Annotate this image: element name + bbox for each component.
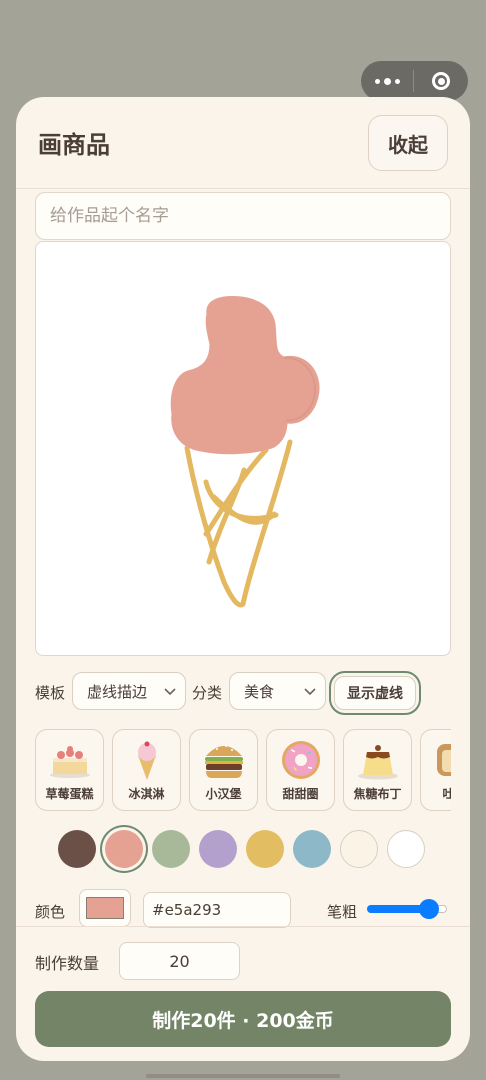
target-circle-icon[interactable] (414, 72, 468, 90)
color-swatch[interactable] (246, 830, 284, 868)
panel-title: 画商品 (38, 131, 110, 159)
template-item[interactable]: 焦糖布丁 (343, 729, 412, 811)
template-item[interactable]: 小汉堡 (189, 729, 258, 811)
category-select[interactable]: 美食 (229, 672, 326, 710)
quantity-input[interactable]: 20 (119, 942, 240, 980)
home-indicator (146, 1074, 340, 1078)
color-preview[interactable] (79, 889, 131, 927)
color-label: 颜色 (35, 903, 66, 921)
make-button[interactable]: 制作20件 · 200金币 (35, 991, 451, 1047)
category-select-value: 美食 (244, 682, 275, 701)
template-item[interactable]: 吐司 (420, 729, 451, 811)
template-label-text: 草莓蛋糕 (45, 787, 94, 801)
show-dashed-label: 显示虚线 (334, 676, 416, 710)
template-label-text: 小汉堡 (205, 787, 242, 801)
template-item[interactable]: 草莓蛋糕 (35, 729, 104, 811)
slider-thumb[interactable] (419, 899, 440, 919)
category-label: 分类 (192, 684, 223, 702)
donut-icon (282, 741, 320, 779)
color-preview-fill (86, 897, 124, 919)
chevron-down-icon (164, 688, 176, 696)
strawberry-cake-icon (50, 746, 90, 778)
burger-icon (205, 745, 243, 778)
ice-cream-drawing (170, 296, 320, 608)
draw-product-panel: 画商品 收起 模板 虚线描边 分类 美食 显示虚线 (16, 97, 470, 1061)
color-swatch[interactable] (387, 830, 425, 868)
template-label: 模板 (35, 684, 66, 702)
template-label-text: 冰淇淋 (128, 787, 165, 801)
footer-divider (16, 926, 470, 927)
pudding-icon (358, 745, 398, 780)
color-swatch[interactable] (293, 830, 331, 868)
hex-color-input[interactable]: #e5a293 (143, 892, 291, 928)
color-swatch[interactable] (199, 830, 237, 868)
ice-cream-icon (138, 741, 156, 780)
template-item[interactable]: 冰淇淋 (112, 729, 181, 811)
drawing-canvas[interactable] (35, 241, 451, 656)
show-dashed-toggle[interactable]: 显示虚线 (329, 671, 421, 715)
brush-size-slider[interactable] (367, 898, 449, 920)
toast-icon (437, 744, 451, 776)
product-name-input[interactable] (35, 192, 451, 240)
header-divider (16, 188, 470, 189)
color-swatch[interactable] (105, 830, 143, 868)
template-select[interactable]: 虚线描边 (72, 672, 186, 710)
template-label-text: 吐司 (442, 787, 451, 801)
template-select-value: 虚线描边 (87, 682, 148, 701)
template-list[interactable]: 草莓蛋糕 冰淇淋 小汉堡 甜甜圈 焦糖布丁 吐 (35, 729, 451, 813)
template-label-text: 焦糖布丁 (353, 787, 402, 801)
chevron-down-icon (304, 688, 316, 696)
quantity-label: 制作数量 (35, 954, 100, 973)
template-label-text: 甜甜圈 (282, 787, 319, 801)
brush-size-label: 笔粗 (327, 903, 358, 921)
color-swatch[interactable] (58, 830, 96, 868)
more-dots-icon[interactable] (361, 61, 413, 101)
template-item[interactable]: 甜甜圈 (266, 729, 335, 811)
miniprogram-capsule (361, 61, 468, 101)
collapse-button[interactable]: 收起 (368, 115, 448, 171)
color-swatch[interactable] (340, 830, 378, 868)
color-swatch[interactable] (152, 830, 190, 868)
